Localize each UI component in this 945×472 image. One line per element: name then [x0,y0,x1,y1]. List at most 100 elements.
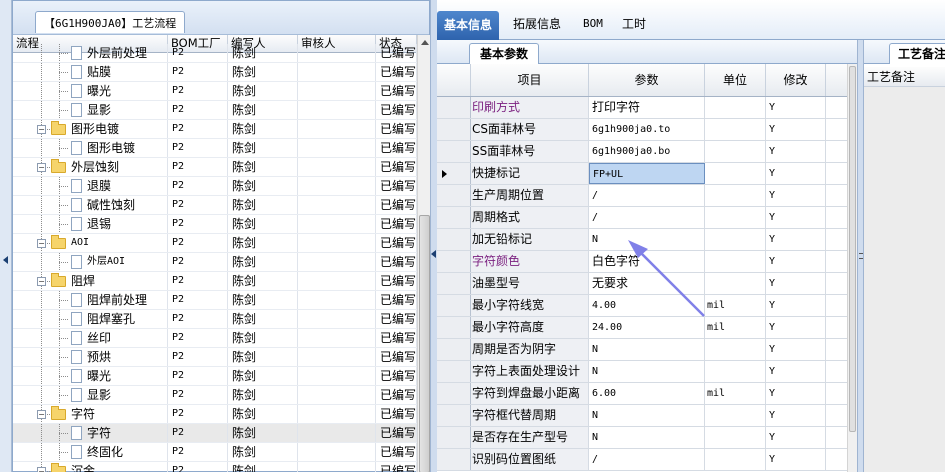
tree-node[interactable]: − 字符 [13,405,168,423]
param-row[interactable]: 油墨型号 无要求 Y [437,273,847,295]
tree-node[interactable]: − 外层蚀刻 [13,158,168,176]
param-modify-cell[interactable]: Y [766,295,826,316]
collapse-node-icon[interactable]: − [37,467,46,472]
param-row[interactable]: 字符框代替周期 N Y [437,405,847,427]
param-modify-cell[interactable]: Y [766,229,826,250]
tab-work-hours[interactable]: 工时 [622,10,646,38]
param-unit-cell[interactable]: mil [705,295,766,316]
param-unit-cell[interactable] [705,97,766,118]
param-row[interactable]: 字符上表面处理设计 N Y [437,361,847,383]
collapse-left-icon[interactable] [3,256,8,264]
param-unit-cell[interactable] [705,229,766,250]
param-unit-cell[interactable] [705,185,766,206]
row-indicator[interactable] [437,449,471,470]
tree-row[interactable]: 阻焊塞孔 P2 陈剑 已编写 [13,310,417,329]
param-unit-cell[interactable] [705,449,766,470]
param-value-cell[interactable]: N [589,229,705,250]
tree-row[interactable]: 显影 P2 陈剑 已编写 [13,386,417,405]
param-row[interactable]: 最小字符高度 24.00 mil Y [437,317,847,339]
row-indicator[interactable] [437,383,471,404]
collapse-node-icon[interactable]: − [37,125,46,134]
tree-row[interactable]: 退膜 P2 陈剑 已编写 [13,177,417,196]
row-indicator[interactable] [437,405,471,426]
tree-row[interactable]: − AOI P2 陈剑 已编写 [13,234,417,253]
row-indicator[interactable] [437,163,471,184]
tab-process-notes[interactable]: 工艺备注 [889,43,945,64]
param-unit-cell[interactable]: mil [705,383,766,404]
param-row[interactable]: 周期格式 / Y [437,207,847,229]
param-value-cell[interactable]: 打印字符 [589,97,705,118]
row-indicator[interactable] [437,427,471,448]
tab-basic-params[interactable]: 基本参数 [469,43,539,64]
tree-node[interactable]: 终固化 [13,443,168,461]
param-modify-cell[interactable]: Y [766,339,826,360]
param-unit-cell[interactable] [705,361,766,382]
collapse-node-icon[interactable]: − [37,277,46,286]
tree-node[interactable]: 曝光 [13,82,168,100]
tree-row[interactable]: 终固化 P2 陈剑 已编写 [13,443,417,462]
param-modify-cell[interactable]: Y [766,163,826,184]
param-row[interactable]: 最小字符线宽 4.00 mil Y [437,295,847,317]
tab-basic-info[interactable]: 基本信息 [437,11,500,40]
param-unit-cell[interactable] [705,207,766,228]
col-header-modify[interactable]: 修改 [766,64,826,96]
tree-node[interactable]: − 阻焊 [13,272,168,290]
param-unit-cell[interactable] [705,163,766,184]
param-row[interactable]: 生产周期位置 / Y [437,185,847,207]
param-modify-cell[interactable]: Y [766,141,826,162]
row-indicator[interactable] [437,273,471,294]
tree-node[interactable]: 贴膜 [13,63,168,81]
param-unit-cell[interactable] [705,405,766,426]
tree-node[interactable]: 碱性蚀刻 [13,196,168,214]
param-value-cell[interactable]: / [589,185,705,206]
tree-row[interactable]: 预烘 P2 陈剑 已编写 [13,348,417,367]
col-header-value[interactable]: 参数 [589,64,705,96]
scroll-up-icon[interactable] [421,40,429,45]
param-modify-cell[interactable]: Y [766,361,826,382]
row-indicator[interactable] [437,229,471,250]
param-modify-cell[interactable]: Y [766,405,826,426]
tree-node[interactable]: 退膜 [13,177,168,195]
param-value-cell[interactable]: 24.00 [589,317,705,338]
param-modify-cell[interactable]: Y [766,185,826,206]
tree-row[interactable]: − 外层蚀刻 P2 陈剑 已编写 [13,158,417,177]
tree-row[interactable]: − 沉金 P2 陈剑 已编写 [13,462,417,472]
tree-node[interactable]: 图形电镀 [13,139,168,157]
tab-bom[interactable]: BOM [583,10,603,38]
splitter-grip-icon[interactable] [859,253,863,259]
param-row[interactable]: SS面菲林号 6g1h900ja0.bo Y [437,141,847,163]
row-indicator[interactable] [437,339,471,360]
param-row[interactable]: 字符到焊盘最小距离 6.00 mil Y [437,383,847,405]
param-row[interactable]: 识别码位置图纸 / Y [437,449,847,471]
tab-extended-info[interactable]: 拓展信息 [513,10,561,38]
tree-row[interactable]: 丝印 P2 陈剑 已编写 [13,329,417,348]
param-unit-cell[interactable] [705,273,766,294]
param-value-cell[interactable]: 白色字符 [589,251,705,272]
collapse-node-icon[interactable]: − [37,410,46,419]
param-row[interactable]: 印刷方式 打印字符 Y [437,97,847,119]
param-value-cell[interactable]: N [589,339,705,360]
tree-node[interactable]: 曝光 [13,367,168,385]
param-value-cell[interactable]: N [589,361,705,382]
param-value-cell[interactable]: N [589,405,705,426]
tree-node[interactable]: 阻焊前处理 [13,291,168,309]
param-unit-cell[interactable] [705,251,766,272]
tree-node[interactable]: 预烘 [13,348,168,366]
param-value-cell[interactable]: 6g1h900ja0.to [589,119,705,140]
param-unit-cell[interactable]: mil [705,317,766,338]
param-value-cell[interactable]: / [589,449,705,470]
collapse-node-icon[interactable]: − [37,239,46,248]
tree-node[interactable]: 阻焊塞孔 [13,310,168,328]
tree-row[interactable]: 图形电镀 P2 陈剑 已编写 [13,139,417,158]
param-value-cell[interactable]: 6g1h900ja0.bo [589,141,705,162]
tree-node[interactable]: 字符 [13,424,168,442]
tree-row[interactable]: − 图形电镀 P2 陈剑 已编写 [13,120,417,139]
tree-row[interactable]: 外层前处理 P2 陈剑 已编写 [13,44,417,63]
notes-column-header[interactable]: 工艺备注 [864,67,945,87]
tree-node[interactable]: 显影 [13,101,168,119]
tree-node[interactable]: − 沉金 [13,462,168,472]
tree-node[interactable]: − AOI [13,234,168,252]
param-modify-cell[interactable]: Y [766,207,826,228]
row-indicator[interactable] [437,119,471,140]
param-unit-cell[interactable] [705,141,766,162]
